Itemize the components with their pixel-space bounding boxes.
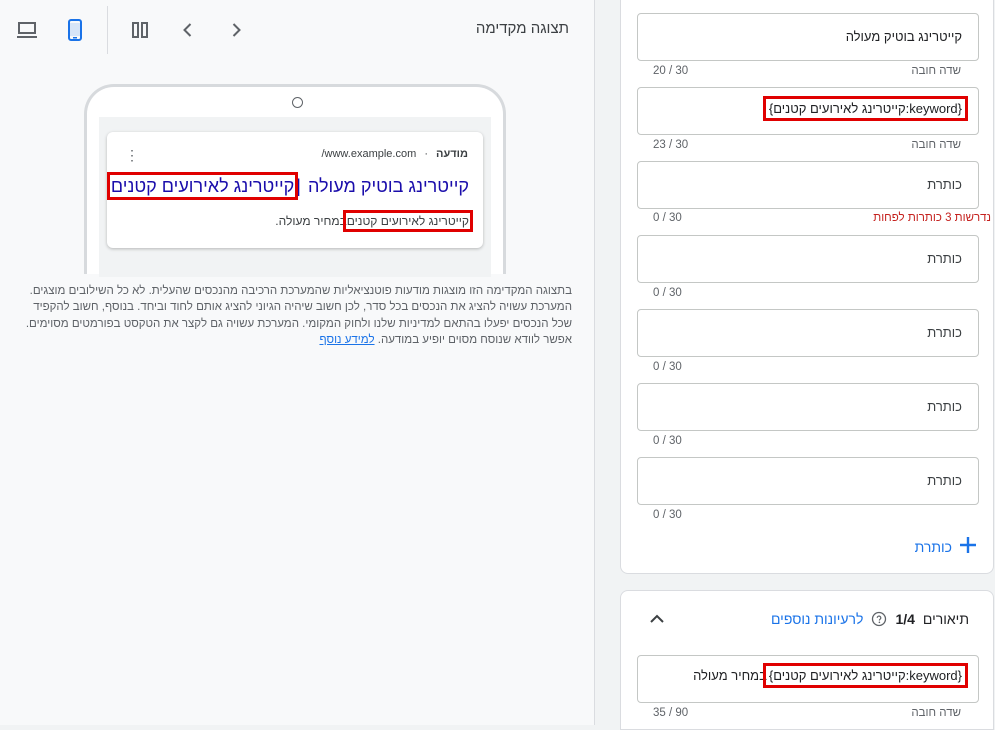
toolbar-divider: [107, 6, 108, 54]
headline-field-4-placeholder: כותרת: [927, 251, 962, 266]
ad-url: www.example.com/: [321, 148, 417, 160]
ad-headline-part2-highlight: קייטרינג לאירועים קטנים: [106, 172, 299, 200]
descriptions-header: תיאורים 1/4 לרעיונות נוספים: [771, 611, 969, 627]
descriptions-title: תיאורים: [922, 611, 969, 627]
descriptions-card: תיאורים 1/4 לרעיונות נוספים {keyword:קיי…: [620, 590, 994, 730]
headline-field-1-helper: שדה חובה: [911, 65, 961, 77]
preview-note: בתצוגה המקדימה הזו מוצגות מודעות פוטנציא…: [20, 283, 572, 348]
headline-field-7-placeholder: כותרת: [927, 473, 962, 488]
preview-panel: תצוגה מקדימה מודעה · www.example.com/ ⋮ …: [0, 0, 595, 725]
headline-field-5[interactable]: כותרת: [637, 309, 979, 357]
headline-field-3-count: 0 / 30: [653, 212, 682, 224]
ad-meta: מודעה · www.example.com/: [321, 148, 468, 160]
headline-field-4-count: 0 / 30: [653, 287, 682, 299]
ad-description-part1-highlight: קייטרינג לאירועים קטנים: [342, 210, 474, 232]
headline-field-2-helper: שדה חובה: [911, 139, 961, 151]
headline-field-3-placeholder: כותרת: [927, 177, 962, 192]
columns-icon[interactable]: [124, 14, 156, 46]
headline-field-2-text-highlight: {keyword:קייטרינג לאירועים קטנים}: [762, 96, 969, 121]
headline-field-3[interactable]: כותרת: [637, 161, 979, 209]
ad-card: מודעה · www.example.com/ ⋮ קייטרינג בוטי…: [106, 132, 483, 248]
headline-field-3-error: נדרשות 3 כותרות לפחות: [873, 212, 991, 224]
description-field-1-text: {keyword:קייטרינג לאירועים קטנים}במחיר מ…: [693, 663, 969, 688]
headline-field-6[interactable]: כותרת: [637, 383, 979, 431]
phone-screen: מודעה · www.example.com/ ⋮ קייטרינג בוטי…: [99, 117, 491, 277]
add-icon: [958, 535, 978, 558]
ad-label: מודעה: [436, 148, 468, 160]
description-field-1[interactable]: {keyword:קייטרינג לאירועים קטנים}במחיר מ…: [637, 655, 979, 703]
headline-field-6-placeholder: כותרת: [927, 399, 962, 414]
more-vert-icon[interactable]: ⋮: [125, 148, 139, 162]
chevron-left-icon[interactable]: [172, 14, 204, 46]
ad-headline[interactable]: קייטרינג בוטיק מעולה |קייטרינג לאירועים …: [106, 172, 469, 200]
headlines-card: קייטרינג בוטיק מעולה שדה חובה 20 / 30 {k…: [620, 0, 994, 574]
ad-headline-separator: |: [296, 176, 301, 196]
laptop-icon[interactable]: [11, 14, 43, 46]
headline-field-2[interactable]: {keyword:קייטרינג לאירועים קטנים}: [637, 87, 979, 135]
headline-field-7[interactable]: כותרת: [637, 457, 979, 505]
learn-more-link[interactable]: למידע נוסף: [319, 334, 374, 346]
more-ideas-link[interactable]: לרעיונות נוספים: [771, 611, 863, 627]
headline-field-2-count: 23 / 30: [653, 139, 689, 151]
chevron-right-icon[interactable]: [220, 14, 252, 46]
ad-separator: ·: [424, 148, 428, 160]
chevron-up-icon[interactable]: [643, 605, 671, 633]
headline-field-6-count: 0 / 30: [653, 435, 682, 447]
preview-note-text: בתצוגה המקדימה הזו מוצגות מודעות פוטנציא…: [25, 285, 572, 346]
headline-field-4[interactable]: כותרת: [637, 235, 979, 283]
phone-camera: [292, 97, 303, 108]
add-headline-button[interactable]: כותרת: [915, 535, 978, 558]
headline-field-7-count: 0 / 30: [653, 509, 682, 521]
descriptions-count: 1/4: [895, 611, 915, 627]
headline-field-1[interactable]: קייטרינג בוטיק מעולה: [637, 13, 979, 61]
ad-description: קייטרינג לאירועים קטניםבמחיר מעולה.: [275, 210, 474, 232]
description-field-1-rest: במחיר מעולה: [693, 668, 767, 683]
lightbulb-icon[interactable]: [871, 611, 887, 627]
description-field-1-keyword-highlight: {keyword:קייטרינג לאירועים קטנים}: [762, 663, 969, 688]
add-headline-label: כותרת: [914, 538, 952, 555]
headline-field-5-placeholder: כותרת: [927, 325, 962, 340]
description-field-1-count: 35 / 90: [653, 707, 689, 719]
headline-field-5-count: 0 / 30: [653, 361, 682, 373]
preview-title: תצוגה מקדימה: [475, 20, 569, 37]
phone-frame: מודעה · www.example.com/ ⋮ קייטרינג בוטי…: [84, 84, 506, 277]
headline-field-1-count: 20 / 30: [653, 65, 689, 77]
smartphone-icon[interactable]: [59, 14, 91, 46]
ad-description-part2: במחיר מעולה.: [275, 214, 347, 228]
headline-field-1-text: קייטרינג בוטיק מעולה: [845, 29, 962, 44]
ad-headline-part1: קייטרינג בוטיק מעולה: [307, 176, 469, 196]
description-field-1-helper: שדה חובה: [911, 707, 961, 719]
